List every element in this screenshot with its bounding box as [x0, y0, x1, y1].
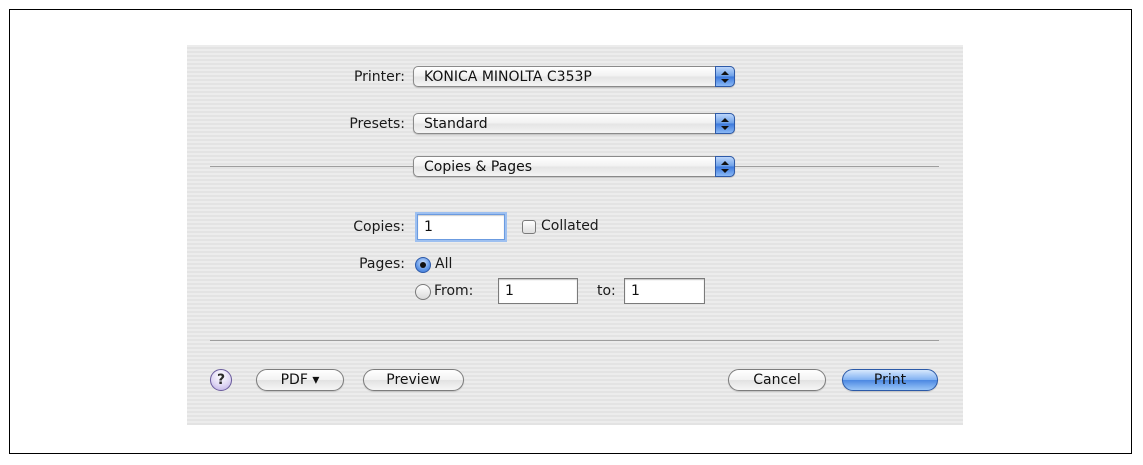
collated-checkbox[interactable]: [522, 220, 536, 234]
print-button[interactable]: Print: [842, 369, 938, 391]
print-dialog: Printer: KONICA MINOLTA C353P Presets: S…: [187, 45, 963, 425]
printer-value: KONICA MINOLTA C353P: [424, 69, 592, 85]
copies-field[interactable]: 1: [417, 214, 505, 240]
separator-left: [210, 166, 414, 167]
pages-all-label: All: [435, 256, 453, 272]
pages-to-field[interactable]: 1: [624, 278, 705, 304]
separator-right: [735, 166, 939, 167]
pages-label: Pages:: [359, 256, 405, 272]
pages-all-radio[interactable]: [415, 257, 431, 273]
pdf-button[interactable]: PDF ▾: [256, 369, 344, 391]
presets-label: Presets:: [349, 116, 405, 132]
pages-to-label: to:: [597, 283, 616, 299]
panel-popup[interactable]: Copies & Pages: [413, 156, 735, 177]
collated-label: Collated: [541, 218, 599, 234]
pages-from-field[interactable]: 1: [498, 278, 578, 304]
presets-value: Standard: [424, 116, 488, 132]
pages-from-label: From:: [434, 283, 474, 299]
popup-arrows-icon: [715, 113, 735, 134]
cancel-button[interactable]: Cancel: [728, 369, 826, 391]
printer-label: Printer:: [353, 69, 405, 85]
preview-button[interactable]: Preview: [363, 369, 464, 391]
pages-from-radio[interactable]: [415, 284, 431, 300]
copies-label: Copies:: [353, 219, 405, 235]
panel-value: Copies & Pages: [424, 159, 533, 175]
separator-bottom: [210, 340, 939, 341]
popup-arrows-icon: [715, 156, 735, 177]
popup-arrows-icon: [715, 66, 735, 87]
help-button[interactable]: ?: [210, 369, 232, 391]
printer-popup[interactable]: KONICA MINOLTA C353P: [413, 66, 735, 87]
presets-popup[interactable]: Standard: [413, 113, 735, 134]
